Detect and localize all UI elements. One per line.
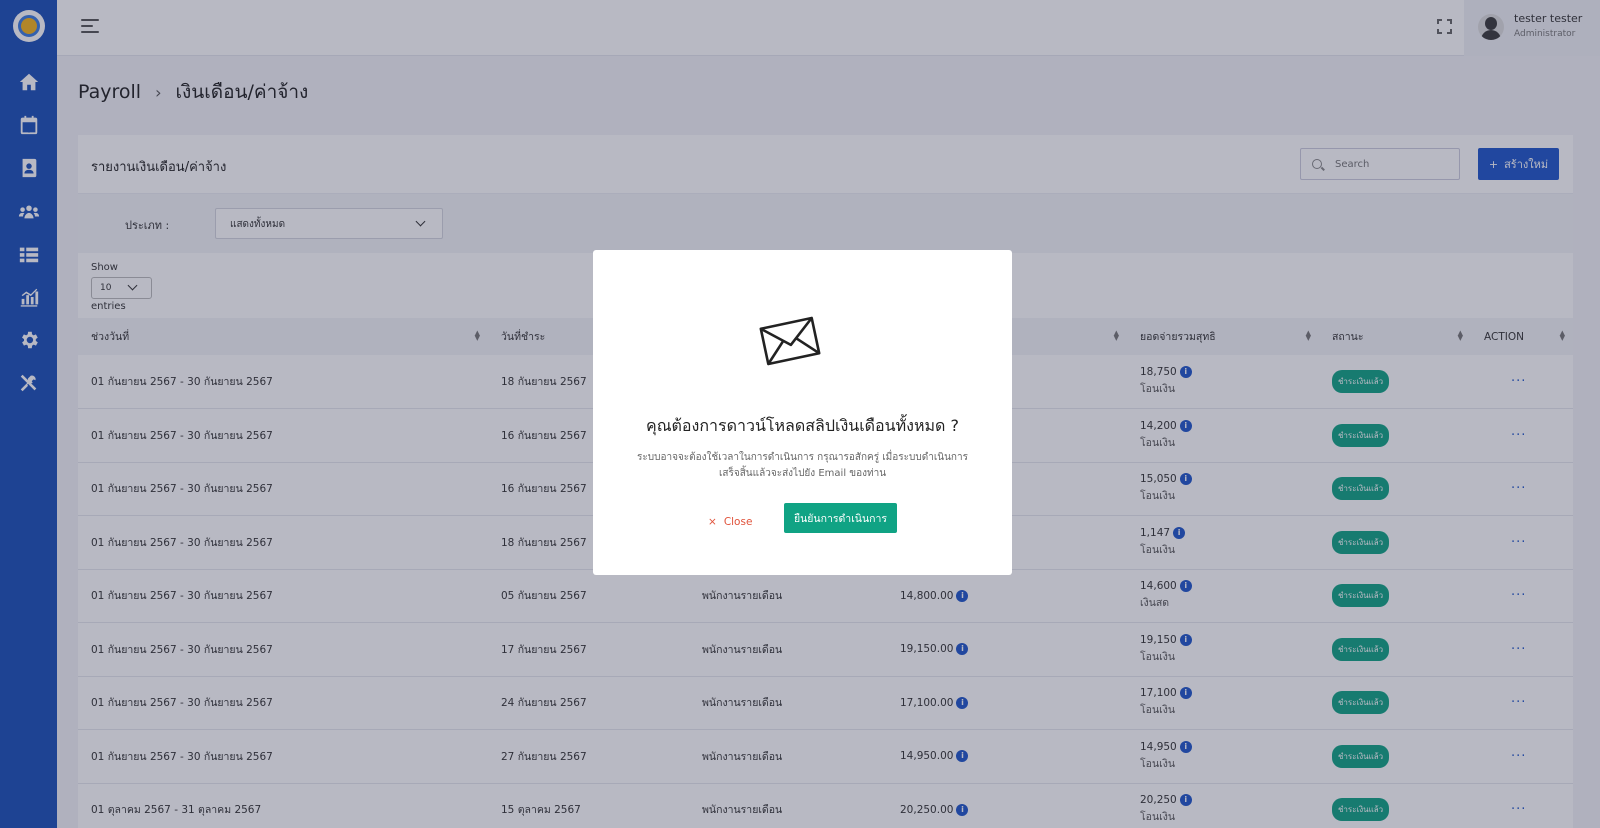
download-confirm-modal: คุณต้องการดาวน์โหลดสลิปเงินเดือนทั้งหมด … xyxy=(593,250,1012,575)
confirm-button[interactable]: ยืนยันการดำเนินการ xyxy=(784,503,897,533)
mail-icon xyxy=(759,316,821,366)
modal-title: คุณต้องการดาวน์โหลดสลิปเงินเดือนทั้งหมด … xyxy=(645,416,960,435)
close-button[interactable]: × Close xyxy=(708,507,752,537)
close-button-label: Close xyxy=(723,516,753,528)
close-icon: × xyxy=(708,516,717,528)
modal-body: ระบบอาจจะต้องใช้เวลาในการดำเนินการ กรุณา… xyxy=(637,452,968,479)
